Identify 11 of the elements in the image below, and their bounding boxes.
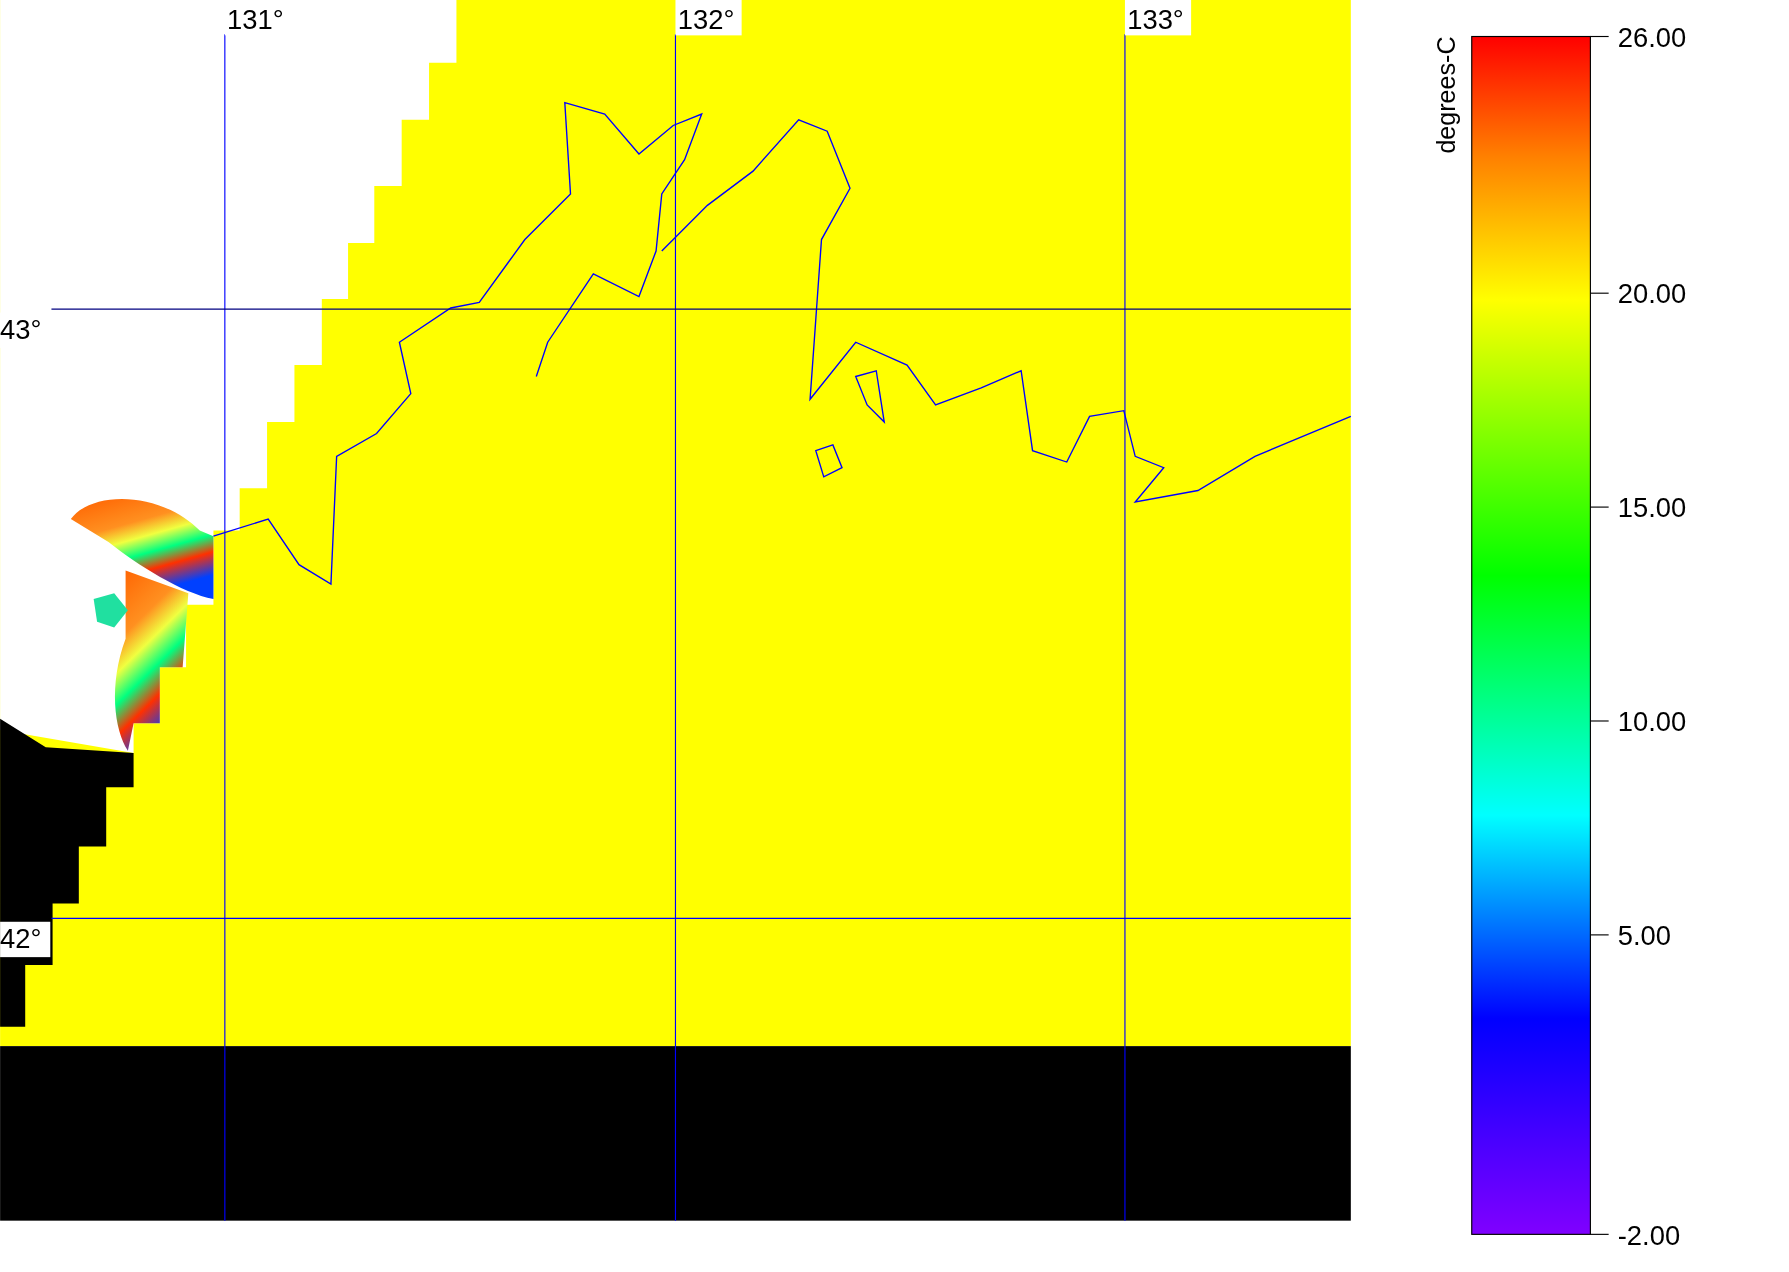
colorbar-title: degrees-C [1431, 36, 1460, 154]
tick-label: 20.00 [1617, 278, 1687, 310]
lagoon-patch [93, 593, 128, 628]
tick-label: 26.00 [1617, 21, 1687, 53]
tick-label: 5.00 [1617, 920, 1671, 952]
tick-label: -2.00 [1617, 1219, 1681, 1251]
tick-label: 15.00 [1617, 492, 1687, 524]
tick-label: 10.00 [1617, 706, 1687, 738]
latitude-label: 42° [0, 921, 51, 958]
longitude-label: 133° [1124, 0, 1192, 36]
longitude-label: 132° [675, 0, 742, 36]
